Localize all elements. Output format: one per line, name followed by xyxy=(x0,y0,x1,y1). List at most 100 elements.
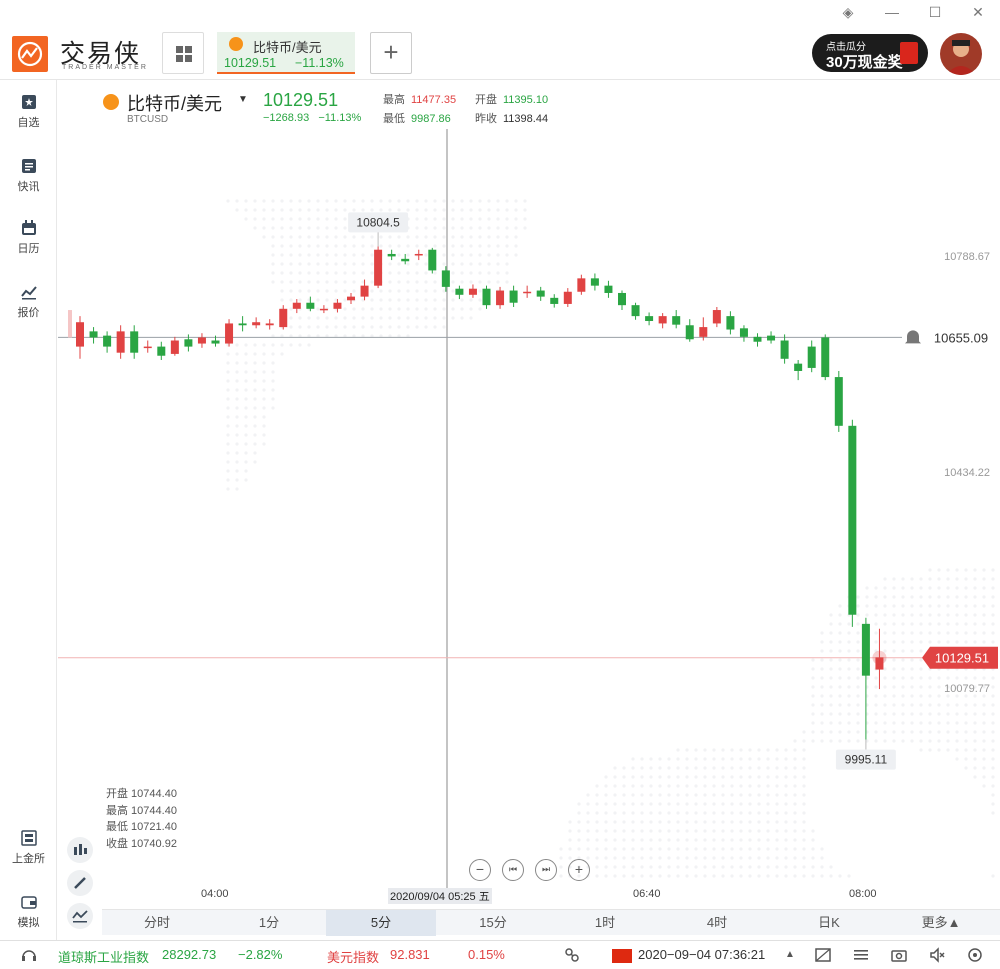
sidebar-item-sge[interactable]: 上金所 xyxy=(0,830,57,866)
candle-body[interactable] xyxy=(197,337,206,344)
candle-body[interactable] xyxy=(130,331,139,353)
candle-body[interactable] xyxy=(523,291,532,294)
scroll-end-button[interactable]: ⏭ xyxy=(535,859,557,881)
bell-icon[interactable] xyxy=(905,330,921,344)
candle-body[interactable] xyxy=(577,278,586,292)
candle-body[interactable] xyxy=(279,308,288,328)
candle-body[interactable] xyxy=(550,297,559,304)
candle-body[interactable] xyxy=(658,316,667,324)
sidebar-item-calendar[interactable]: 日历 xyxy=(0,220,57,256)
candle-body[interactable] xyxy=(536,290,545,297)
settings-icon[interactable] xyxy=(966,946,984,964)
camera-icon[interactable] xyxy=(890,946,908,964)
candle-body[interactable] xyxy=(848,425,857,615)
candle-body[interactable] xyxy=(292,302,301,309)
zoom-out-button[interactable]: − xyxy=(469,859,491,881)
symbol-dropdown-icon[interactable]: ▼ xyxy=(238,94,248,105)
skin-icon[interactable]: ◈ xyxy=(838,4,858,21)
candle-body[interactable] xyxy=(685,325,694,340)
candle-body[interactable] xyxy=(360,285,369,297)
sidebar-item-news[interactable]: 快讯 xyxy=(0,158,57,194)
candle-body[interactable] xyxy=(753,336,762,342)
candle-body[interactable] xyxy=(712,310,721,324)
expand-icon[interactable]: ▲ xyxy=(785,949,795,960)
mute-icon[interactable] xyxy=(928,946,946,964)
usd-index-name[interactable]: 美元指数 xyxy=(327,947,379,966)
candle-body[interactable] xyxy=(672,316,681,325)
candle-body[interactable] xyxy=(414,253,423,256)
sidebar-item-quotes[interactable]: 报价 xyxy=(0,284,57,320)
layout-icon[interactable] xyxy=(814,946,832,964)
candle-body[interactable] xyxy=(767,335,776,341)
indicator-tool-button[interactable] xyxy=(67,837,93,863)
candle-body[interactable] xyxy=(76,322,84,347)
candle-body[interactable] xyxy=(468,288,477,295)
timeframe-5m[interactable]: 5分 xyxy=(326,910,436,936)
candle-body[interactable] xyxy=(374,249,383,286)
sidebar-item-watchlist[interactable]: 自选 xyxy=(0,94,57,130)
candle-body[interactable] xyxy=(794,363,803,371)
candle-body[interactable] xyxy=(455,288,464,295)
candle-body[interactable] xyxy=(509,290,518,303)
link-icon[interactable] xyxy=(563,946,581,964)
candle-body[interactable] xyxy=(103,335,112,347)
candle-body[interactable] xyxy=(590,278,599,286)
candlestick-chart[interactable]: 10788.67 10434.22 10079.77 10655.09 10129.5… xyxy=(58,81,1000,909)
candle-body[interactable] xyxy=(496,290,505,306)
candle-body[interactable] xyxy=(89,331,98,338)
sidebar-item-simulate[interactable]: 模拟 xyxy=(0,894,57,930)
candle-body[interactable] xyxy=(631,305,640,317)
candle-body[interactable] xyxy=(184,339,193,347)
candle-body[interactable] xyxy=(170,340,179,354)
list-icon[interactable] xyxy=(852,946,870,964)
timeframe-more[interactable]: 更多▲ xyxy=(886,910,996,936)
candle-body[interactable] xyxy=(143,346,152,349)
candle-body[interactable] xyxy=(306,302,315,309)
candle-body[interactable] xyxy=(211,340,220,344)
candle-body[interactable] xyxy=(319,308,328,311)
close-button[interactable]: ✕ xyxy=(968,4,988,21)
candle-body[interactable] xyxy=(604,285,613,293)
candle-body[interactable] xyxy=(482,288,491,306)
candle-body[interactable] xyxy=(618,292,626,306)
timeframe-tick[interactable]: 分时 xyxy=(102,910,212,936)
candle-body[interactable] xyxy=(726,316,735,330)
candle-body[interactable] xyxy=(645,316,654,322)
candle-body[interactable] xyxy=(563,291,572,304)
candle-body[interactable] xyxy=(807,346,816,368)
avatar[interactable] xyxy=(940,33,982,75)
promo-banner[interactable]: 点击瓜分 30万现金奖 xyxy=(812,34,928,72)
candle-body[interactable] xyxy=(265,323,274,326)
candle-body[interactable] xyxy=(401,258,410,262)
dow-name[interactable]: 道琼斯工业指数 xyxy=(58,947,149,966)
candle-body[interactable] xyxy=(834,377,843,426)
scroll-start-button[interactable]: ⏮ xyxy=(502,859,524,881)
candle-body[interactable] xyxy=(116,331,125,353)
headset-icon[interactable] xyxy=(20,946,38,964)
draw-tool-button[interactable] xyxy=(67,870,93,896)
timeframe-15m[interactable]: 15分 xyxy=(438,910,548,936)
timeframe-1m[interactable]: 1分 xyxy=(214,910,324,936)
chart-type-button[interactable] xyxy=(67,903,93,929)
timeframe-1h[interactable]: 1时 xyxy=(550,910,660,936)
candle-body[interactable] xyxy=(428,249,437,271)
candle-body[interactable] xyxy=(157,346,166,356)
chart-area[interactable]: 10788.67 10434.22 10079.77 10655.09 10129.5… xyxy=(58,81,1000,909)
candle-body[interactable] xyxy=(333,302,342,309)
timeframe-day[interactable]: 日K xyxy=(774,910,884,936)
candle-body[interactable] xyxy=(861,623,870,676)
zoom-in-button[interactable]: + xyxy=(568,859,590,881)
minimize-button[interactable]: — xyxy=(882,4,902,20)
candle-body[interactable] xyxy=(387,253,396,257)
candle-body[interactable] xyxy=(238,323,247,326)
maximize-button[interactable]: ☐ xyxy=(925,4,945,21)
candle-body[interactable] xyxy=(699,327,708,337)
candle-body[interactable] xyxy=(821,337,830,378)
candle-body[interactable] xyxy=(252,322,261,326)
candle-body[interactable] xyxy=(780,340,789,359)
candle-body[interactable] xyxy=(441,270,450,287)
candle-body[interactable] xyxy=(739,328,748,337)
add-tab-button[interactable]: + xyxy=(370,32,412,74)
timeframe-4h[interactable]: 4时 xyxy=(662,910,772,936)
symbol-name[interactable]: 比特币/美元 xyxy=(127,90,222,116)
